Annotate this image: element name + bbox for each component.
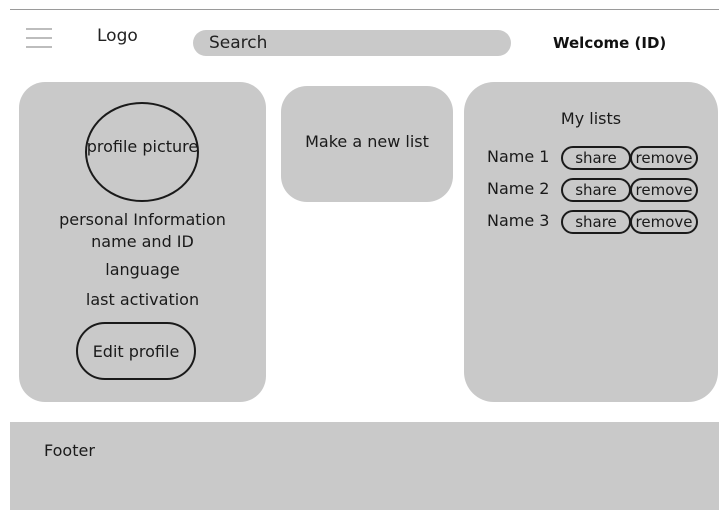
header-divider [10, 9, 719, 10]
share-button[interactable]: share [561, 178, 631, 202]
share-button[interactable]: share [561, 146, 631, 170]
make-new-list-card[interactable]: Make a new list [281, 86, 453, 202]
profile-card: profile picture personal Information nam… [19, 82, 266, 402]
language-label: language [105, 260, 180, 279]
menu-bar [26, 37, 52, 39]
my-lists-title: My lists [560, 109, 622, 128]
remove-button[interactable]: remove [630, 178, 698, 202]
share-button[interactable]: share [561, 210, 631, 234]
make-new-list-label: Make a new list [305, 132, 429, 151]
list-name: Name 2 [487, 179, 550, 198]
edit-profile-button[interactable]: Edit profile [76, 322, 196, 380]
profile-picture-label: profile picture [86, 137, 199, 156]
remove-button[interactable]: remove [630, 146, 698, 170]
list-name: Name 1 [487, 147, 550, 166]
logo[interactable]: Logo [97, 26, 138, 46]
footer-label: Footer [44, 441, 95, 460]
welcome-message: Welcome (ID) [553, 34, 667, 52]
list-name: Name 3 [487, 211, 550, 230]
hamburger-menu-icon[interactable] [26, 28, 52, 48]
my-lists-card: My lists Name 1 share remove Name 2 shar… [464, 82, 718, 402]
remove-button[interactable]: remove [630, 210, 698, 234]
name-and-id-label: name and ID [91, 232, 194, 251]
last-activation-label: last activation [85, 290, 200, 309]
search-input[interactable] [193, 30, 511, 56]
menu-bar [26, 46, 52, 48]
personal-information-label: personal Information [59, 210, 226, 229]
footer: Footer [10, 422, 719, 510]
menu-bar [26, 28, 52, 30]
